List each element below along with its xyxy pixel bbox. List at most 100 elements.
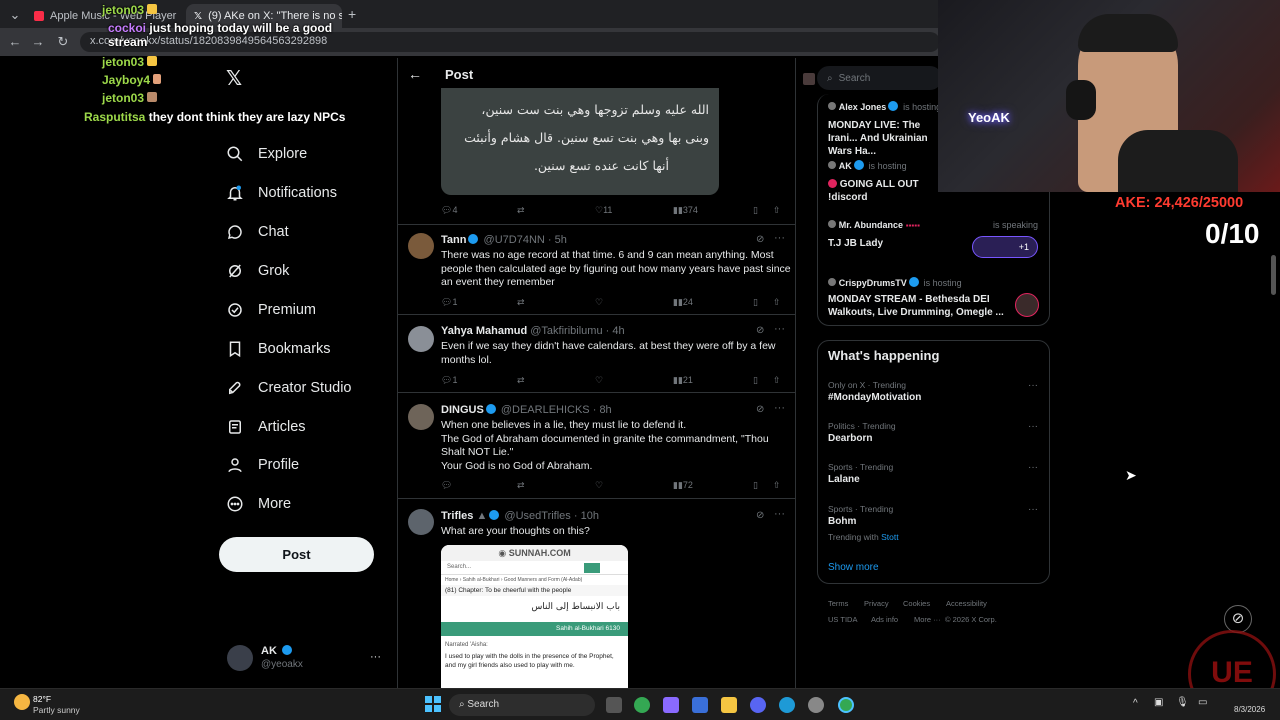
footer-link[interactable]: Cookies — [903, 599, 930, 608]
speakers-avatars[interactable]: +1 — [972, 236, 1038, 258]
tab-search-icon[interactable]: ⌄ — [4, 7, 26, 23]
reply-tweet[interactable]: Tann @U7D74NN · 5h ⊘ ··· There was no ag… — [398, 224, 795, 315]
chrome-active-icon[interactable] — [838, 697, 854, 713]
nav-bookmarks[interactable]: Bookmarks — [226, 334, 331, 364]
views-button[interactable]: ▮▮ 374 — [673, 205, 698, 216]
nav-explore[interactable]: Explore — [226, 139, 307, 169]
reply-button[interactable]: 💬︎ 1 — [441, 297, 457, 308]
like-button[interactable]: ♡ 11 — [595, 205, 612, 216]
reply-tweet[interactable]: Yahya Mahamud @Takfiribilumu · 4h ⊘ ··· … — [398, 315, 795, 393]
trend-name[interactable]: #MondayMotivation — [828, 392, 921, 403]
like-button[interactable]: ♡ — [595, 297, 603, 308]
views-button[interactable]: ▮▮ 24 — [673, 297, 693, 308]
windows-start-icon[interactable] — [425, 696, 441, 712]
tray-chevron-icon[interactable]: ^ — [1133, 698, 1138, 709]
space-title[interactable]: GOING ALL OUT !discord — [828, 178, 938, 204]
footer-link[interactable]: US TIDA — [828, 615, 857, 624]
chrome-icon[interactable] — [634, 697, 650, 713]
obs-icon[interactable] — [808, 697, 824, 713]
account-avatar[interactable] — [227, 645, 253, 671]
repost-icon[interactable]: ⇄ — [517, 375, 525, 386]
space-item[interactable]: Mr. Abundance ▪▪▪▪▪ is speaking — [828, 220, 1038, 231]
trend-more-icon[interactable]: ··· — [1028, 380, 1038, 391]
forward-icon[interactable]: → — [27, 34, 49, 49]
footer-link[interactable]: Terms — [828, 599, 848, 608]
discord-icon[interactable] — [750, 697, 766, 713]
task-view-icon[interactable] — [606, 697, 622, 713]
scrollbar-thumb[interactable] — [1271, 255, 1276, 295]
avatar[interactable] — [408, 326, 434, 352]
share-icon[interactable]: ⇧ — [773, 205, 781, 216]
share-icon[interactable]: ⇧ — [773, 375, 781, 386]
trend-with-link[interactable]: Stott — [881, 532, 898, 542]
file-explorer-icon[interactable] — [721, 697, 737, 713]
show-more-link[interactable]: Show more — [828, 562, 879, 573]
repost-icon[interactable]: ⇄ — [517, 480, 525, 491]
nav-notifications[interactable]: Notifications — [226, 178, 337, 208]
x-home-logo-icon[interactable]: 𝕏 — [226, 66, 242, 91]
back-icon[interactable]: ← — [4, 34, 26, 49]
post-button[interactable]: Post — [219, 537, 374, 572]
network-icon[interactable]: ▭ — [1198, 697, 1207, 708]
grok-explain-icon[interactable]: ⊘ — [756, 234, 764, 245]
avatar[interactable] — [408, 509, 434, 535]
weather-temp[interactable]: 82°F — [33, 694, 51, 704]
nav-chat[interactable]: Chat — [226, 217, 289, 247]
reply-button[interactable]: 💬︎ 4 — [441, 205, 457, 216]
grok-floating-icon[interactable]: ⊘ — [1224, 605, 1252, 633]
trend-more-icon[interactable]: ··· — [1028, 462, 1038, 473]
grok-explain-icon[interactable]: ⊘ — [756, 325, 764, 336]
space-title[interactable]: MONDAY STREAM - Bethesda DEI Walkouts, L… — [828, 293, 1008, 319]
grok-explain-icon[interactable]: ⊘ — [756, 510, 764, 521]
like-button[interactable]: ♡ — [595, 480, 603, 491]
share-icon[interactable]: ⇧ — [773, 297, 781, 308]
microphone-icon[interactable]: 🎙︎ — [1176, 697, 1189, 708]
trend-name[interactable]: Dearborn — [828, 433, 872, 444]
tray-app-icon[interactable]: ▣ — [1154, 697, 1163, 708]
taskbar-date[interactable]: 8/3/2026 — [1234, 705, 1265, 714]
tweet-image-embed[interactable]: ◉ SUNNAH.COM Search... Home › Sahih al-B… — [441, 545, 628, 688]
space-item[interactable]: Alex Jones is hosting — [828, 101, 941, 113]
bookmark-icon[interactable]: ▯ — [753, 205, 758, 216]
tweet-more-icon[interactable]: ··· — [774, 402, 785, 414]
nav-premium[interactable]: Premium — [226, 295, 316, 325]
bookmark-icon[interactable]: ▯ — [753, 480, 758, 491]
trend-more-icon[interactable]: ··· — [1028, 421, 1038, 432]
author-name[interactable]: Yahya Mahamud — [441, 325, 527, 337]
reply-button[interactable]: 💬︎ 1 — [441, 375, 457, 386]
reply-tweet[interactable]: Trifles ▲ @UsedTrifles · 10h ⊘ ··· What … — [398, 499, 795, 688]
back-arrow-icon[interactable]: ← — [408, 66, 422, 82]
author-name[interactable]: DINGUS — [441, 404, 484, 416]
views-button[interactable]: ▮▮ 21 — [673, 375, 693, 386]
new-tab-icon[interactable]: + — [348, 6, 356, 22]
host-avatar[interactable] — [1015, 293, 1039, 317]
space-item[interactable]: AK is hosting — [828, 160, 907, 172]
footer-link[interactable]: Privacy — [864, 599, 889, 608]
search-input[interactable]: Search — [839, 73, 871, 84]
trend-more-icon[interactable]: ··· — [1028, 504, 1038, 515]
store-icon[interactable] — [692, 697, 708, 713]
grok-explain-icon[interactable]: ⊘ — [756, 404, 764, 415]
like-button[interactable]: ♡ — [595, 375, 603, 386]
reply-tweet[interactable]: DINGUS @DEARLEHICKS · 8h ⊘ ··· When one … — [398, 393, 795, 499]
nav-profile[interactable]: Profile — [226, 450, 299, 480]
reply-button[interactable]: 💬︎ — [441, 480, 452, 491]
footer-link[interactable]: More ··· — [914, 615, 941, 624]
repost-icon[interactable]: ⇄ — [517, 297, 525, 308]
account-more-icon[interactable]: ··· — [370, 651, 381, 663]
tweet-more-icon[interactable]: ··· — [774, 323, 785, 335]
bookmark-icon[interactable]: ▯ — [753, 375, 758, 386]
taskbar-search[interactable]: ⌕ Search — [449, 694, 595, 716]
trend-name[interactable]: Bohm — [828, 516, 856, 527]
space-title[interactable]: MONDAY LIVE: The Irani... And Ukrainian … — [828, 119, 938, 158]
trend-name[interactable]: Lalane — [828, 474, 860, 485]
tweet-more-icon[interactable]: ··· — [774, 508, 785, 520]
reload-icon[interactable]: ↻ — [52, 34, 74, 50]
nav-creator-studio[interactable]: Creator Studio — [226, 373, 352, 403]
footer-link[interactable]: Accessibility — [946, 599, 987, 608]
search-bar[interactable]: ⌕ Search — [817, 66, 942, 90]
edge-icon[interactable] — [779, 697, 795, 713]
nav-more[interactable]: More — [226, 489, 291, 519]
nav-articles[interactable]: Articles — [226, 412, 306, 442]
avatar[interactable] — [408, 404, 434, 430]
